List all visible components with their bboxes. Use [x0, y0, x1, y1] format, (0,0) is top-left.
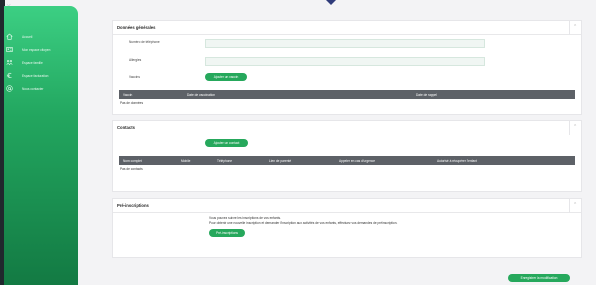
- sidebar-item-label: Nous contacter: [22, 86, 44, 91]
- add-contact-button[interactable]: Ajouter un contact: [205, 139, 248, 147]
- vaccines-table-header: Vaccin Date de vaccination Date de rappe…: [119, 90, 575, 99]
- home-icon: [6, 33, 13, 40]
- preinscriptions-card: Pré-inscriptions ⌃ Vous pouvez suivre le…: [112, 198, 582, 258]
- collapse-toggle[interactable]: ⌃: [569, 199, 581, 213]
- column-header[interactable]: Vaccin: [123, 93, 132, 97]
- general-data-card: Données générales ⌃ Numéro de téléphone …: [112, 20, 582, 115]
- sidebar: Accueil Mon espace citoyen Espace famill…: [4, 6, 78, 285]
- allergies-field[interactable]: [205, 57, 485, 66]
- preinscriptions-note-line2: Pour obtenir une nouvelle inscription et…: [209, 221, 398, 225]
- family-icon: [6, 59, 13, 66]
- sidebar-item-label: Accueil: [22, 34, 33, 39]
- phone-field[interactable]: [205, 39, 485, 48]
- sidebar-item-label: Mon espace citoyen: [22, 47, 51, 52]
- card-header[interactable]: Contacts ⌃: [113, 121, 581, 135]
- column-header[interactable]: Téléphone: [217, 159, 232, 163]
- card-header[interactable]: Pré-inscriptions ⌃: [113, 199, 581, 213]
- card-title: Pré-inscriptions: [117, 203, 149, 208]
- empty-message: Pas de données: [120, 101, 144, 105]
- column-header[interactable]: Date de vaccination: [187, 93, 215, 97]
- preinscriptions-note-line1: Vous pouvez suivre les inscriptions de v…: [209, 216, 281, 220]
- sidebar-item-label: Espace facturation: [22, 73, 49, 78]
- column-header[interactable]: Autorisé à récupérer l'enfant: [437, 159, 477, 163]
- contacts-card: Contacts ⌃ Ajouter un contact Nom comple…: [112, 120, 582, 192]
- column-header[interactable]: Date de rappel: [416, 93, 437, 97]
- card-title: Données générales: [117, 25, 156, 30]
- chevron-up-icon: ⌃: [573, 202, 578, 208]
- empty-message: Pas de contacts: [120, 167, 143, 171]
- phone-label: Numéro de téléphone: [129, 40, 160, 44]
- collapse-toggle[interactable]: ⌃: [569, 121, 581, 135]
- sidebar-item-accueil[interactable]: Accueil: [4, 30, 78, 43]
- sidebar-item-espace-famille[interactable]: Espace famille: [4, 56, 78, 69]
- chevron-down-icon[interactable]: [326, 0, 336, 5]
- contacts-table-header: Nom complet Mobile Téléphone Lien de par…: [119, 156, 575, 165]
- chevron-up-icon: ⌃: [573, 124, 578, 130]
- euro-icon: [6, 72, 12, 79]
- sidebar-item-contact[interactable]: Nous contacter: [4, 82, 78, 95]
- sidebar-item-label: Espace famille: [22, 60, 43, 65]
- sidebar-item-espace-citoyen[interactable]: Mon espace citoyen: [4, 43, 78, 56]
- collapse-toggle[interactable]: ⌃: [569, 21, 581, 35]
- main-content: Données générales ⌃ Numéro de téléphone …: [78, 0, 596, 285]
- vaccines-label: Vaccins: [129, 75, 140, 79]
- sidebar-item-espace-facturation[interactable]: Espace facturation: [4, 69, 78, 82]
- save-changes-button[interactable]: Enregistrer la modification: [508, 274, 570, 282]
- card-title: Contacts: [117, 125, 135, 130]
- column-header[interactable]: Appeler en cas d'urgence: [339, 159, 375, 163]
- preinscriptions-button[interactable]: Pré-inscriptions: [209, 229, 245, 237]
- card-header[interactable]: Données générales ⌃: [113, 21, 581, 35]
- column-header[interactable]: Mobile: [181, 159, 190, 163]
- at-icon: [6, 85, 13, 92]
- column-header[interactable]: Nom complet: [123, 159, 142, 163]
- id-card-icon: [6, 47, 13, 52]
- column-header[interactable]: Lien de parenté: [269, 159, 291, 163]
- chevron-up-icon: ⌃: [573, 24, 578, 30]
- add-vaccine-button[interactable]: Ajouter un vaccin: [205, 73, 247, 81]
- allergies-label: Allergies: [129, 58, 142, 62]
